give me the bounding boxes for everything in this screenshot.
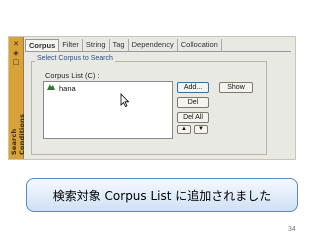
list-item-label: hana	[59, 84, 76, 93]
move-down-button[interactable]: ▼	[194, 125, 208, 134]
tab-dependency[interactable]: Dependency	[129, 39, 178, 51]
search-conditions-panel: ✕ ◈ □ Search Conditions	[9, 37, 26, 159]
slide-caption: 検索対象 Corpus List に追加されました	[26, 178, 298, 212]
group-title: Select Corpus to Search	[35, 55, 115, 62]
pin-icon[interactable]: ✕	[11, 40, 21, 49]
close-icon[interactable]: ◈	[11, 49, 21, 58]
list-item[interactable]: hana	[47, 84, 76, 93]
search-conditions-window: ✕ ◈ □ Search Conditions Corpus Filter St…	[8, 36, 296, 160]
tab-corpus[interactable]: Corpus	[25, 39, 60, 51]
add-button[interactable]: Add...	[177, 82, 209, 93]
tab-bar: Corpus Filter String Tag Dependency Coll…	[25, 39, 222, 51]
corpus-icon	[47, 84, 55, 93]
side-panel-icons: ✕ ◈ □	[11, 40, 21, 67]
tab-filter[interactable]: Filter	[59, 39, 83, 51]
restore-icon[interactable]: □	[11, 58, 21, 67]
delete-button[interactable]: Del	[177, 97, 209, 108]
tab-collocation[interactable]: Collocation	[178, 39, 222, 51]
tab-string[interactable]: String	[83, 39, 110, 51]
show-button[interactable]: Show	[219, 82, 253, 93]
page-number: 34	[288, 226, 296, 233]
corpus-list[interactable]: hana	[43, 81, 173, 139]
corpus-list-label: Corpus List (C) :	[45, 71, 100, 80]
mouse-cursor-icon	[120, 92, 130, 108]
delete-all-button[interactable]: Del All	[177, 112, 209, 123]
tab-tag[interactable]: Tag	[110, 39, 129, 51]
move-up-button[interactable]: ▲	[177, 125, 191, 134]
side-panel-title: Search Conditions	[10, 113, 26, 155]
tab-divider	[25, 51, 291, 52]
